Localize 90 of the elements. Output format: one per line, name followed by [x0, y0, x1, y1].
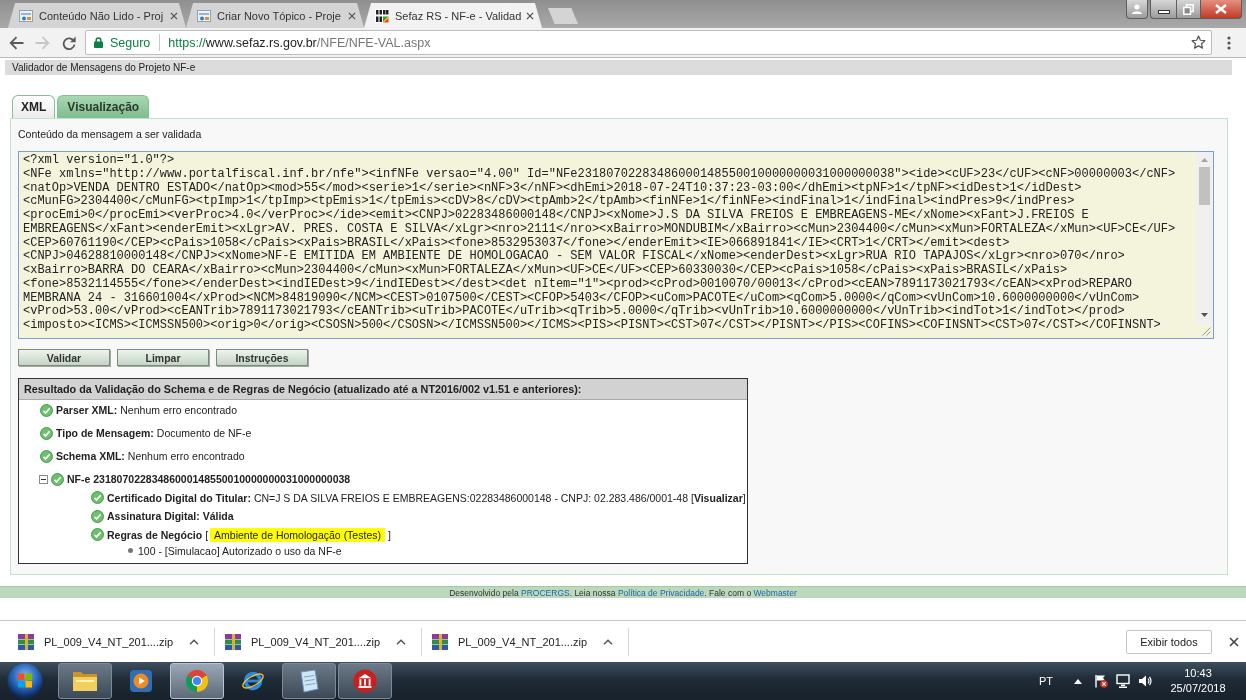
check-icon [40, 449, 53, 463]
bracket-text: [ [205, 528, 209, 541]
close-icon [1215, 4, 1227, 14]
scrollbar[interactable] [1196, 152, 1213, 324]
footer-text: Desenvolvido pela PROCERGS. Leia nossa Política de Privacidade. Fale com o Webmaster [449, 587, 797, 598]
books-icon [225, 633, 241, 650]
security-label: Seguro [110, 35, 151, 50]
orbit-icon [240, 669, 266, 693]
form-button[interactable]: Validar [18, 349, 110, 366]
caret-up-icon[interactable] [396, 638, 406, 645]
close-icon[interactable] [348, 11, 356, 20]
result-label: Certificado Digital do Titular: [107, 491, 251, 504]
star-icon[interactable] [1191, 35, 1206, 50]
caret-up-icon[interactable] [189, 638, 199, 645]
result-label: Assinatura Digital: Válida [107, 510, 234, 522]
check-icon [51, 472, 64, 486]
page-title: Validador de Mensagens do Projeto NF-e [5, 60, 1232, 75]
picture-icon [197, 8, 211, 23]
result-label: Regras de Negócio [107, 528, 203, 541]
books-icon [18, 633, 34, 650]
result-value: 100 - [Simulacao] Autorizado o uso da NF-e [138, 544, 342, 557]
close-icon[interactable] [526, 11, 534, 20]
result-label: NF-e 23180702283486000148550010000000031000000038 [67, 473, 351, 485]
reload-icon[interactable] [62, 35, 76, 50]
bracket-text: ] [387, 528, 391, 541]
download-item[interactable]: PL_009_V4_NT_201....zip [8, 627, 215, 656]
books-icon [432, 633, 448, 650]
flag-icon[interactable] [1094, 674, 1108, 688]
check-icon [91, 509, 104, 523]
browser-tab[interactable]: Conteúdo Não Lido - Proj [8, 3, 186, 28]
result-label: Schema XML: [56, 450, 125, 462]
environment-highlight: Ambiente de Homologação (Testes) [210, 527, 385, 542]
check-icon [91, 491, 104, 504]
start-orb-icon [7, 663, 43, 699]
view-tab[interactable]: XML [12, 95, 56, 118]
view-tab[interactable]: Visualização [57, 95, 150, 118]
taskbar-app-button[interactable] [282, 663, 336, 699]
taskbar-app-button[interactable] [58, 663, 112, 699]
result-label: Tipo de Mensagem: [56, 427, 154, 439]
minus-box-icon[interactable] [39, 474, 48, 484]
taskbar-app-button[interactable] [338, 663, 392, 699]
result-value: Documento de NF-e [156, 427, 252, 439]
form-button[interactable]: Instruções [216, 349, 308, 366]
url-text: https://www.sefaz.rs.gov.br/NFE/NFE-VAL.aspx [168, 35, 431, 50]
close-button[interactable] [1200, 0, 1242, 19]
footer-link[interactable]: Webmaster [753, 587, 797, 598]
browser-tab[interactable]: Sefaz RS - NF-e - Validad [364, 3, 542, 28]
close-icon[interactable] [170, 11, 178, 20]
close-icon[interactable] [1229, 636, 1239, 647]
xml-input-field[interactable]: <?xml version="1.0"?> <NFe xmlns="http://www.portalfiscal.inf.br/nfe"><infNFe versao="4.00" Id="NFe23180702283486000148550010000000031000000038"><ide><cUF>23</cUF><cNF>00000003</cNF> <natOp>VENDA DENTRO ESTADO</natOp><mod>55</mod><serie>1</serie><nNF>3</nNF><dhEmi>2018-07-24T10:37:23-03:00</dhEmi><tpNF>1</tpNF><idDest>1</idDest> <cMunFG>2304400</cMunFG><tpImp>1</tpImp><tpEmis>1</tpEmis><cDV>8</cDV><tpAmb>2</tpAmb><finNFe>1</finNFe><indFinal>1</indFinal><indPres>9</indPres> <procEmi>0</procEmi><verProc>4.0</verProc></ide><emit><CNPJ>02283486000148</CNPJ><xNome>J.S DA SILVA FREIOS E EMBREAGENS-ME</xNome><xFant>J.FREIOS E EMBREAGENS</xFant><enderEmit><xLgr>AV. PRES. COSTA E SILVA</xLgr><nro>2111</nro><xBairro>MONDUBIM</xBairro><cMun>2304400</cMun><xMun>FORTALEZA</xMun><UF>CE</UF> <CEP>60761190</CEP><cPais>1058</cPais><xPais>BRASIL</xPais><fone>8532953037</fone></enderEmit><IE>066891841</IE><CRT>1</CRT></emit><dest> <CNPJ>04628810000148</CNPJ><xNome>NF-E EMITIDA EM AMBIENTE DE HOMOLOGACAO - SEM VALOR FISCAL</xNome><enderDest><xLgr>RUA RIO TAPAJOS</xLgr><nro>070</nro> <xBairro>BARRA DO CEARA</xBairro><cMun>2304400</cMun><xMun>FORTALEZA</xMun><UF>CE</UF><CEP>60330030</CEP><cPais>1058</cPais><xPais>BRASIL</xPais> <fone>8532114555</fone></enderDest><indIEDest>9</indIEDest></dest><det nItem="1"><prod><cProd>0010070/00013</cProd><cEAN>7891173021793</cEAN><xProd>REPARO MEMBRANA 24 - 316601004</xProd><NCM>84819090</NCM><CEST>0107500</CEST><CFOP>5403</CFOP><uCom>PACOTE</uCom><qCom>5.0000</qCom><vUnCom>10.6000000000</vUnCom> <vProd>53.00</vProd><cEANTrib>7891173021793</cEANTrib><uTrib>PACOTE</uTrib><qTrib>5.0000</qTrib><vUnTrib>10.6000000000</vUnTrib><indTot>1</indTot></prod> <imposto><ICMS><ICMSSN500><orig>0</orig><CSOSN>500</CSOSN></ICMSSN500></ICMS><PIS><PISNT><CST>07</CST></PISNT></PIS><COFINS><COFINSNT><CST>07</CST></COFINSNT> [18, 151, 1214, 339]
address-bar[interactable]: Seguro https://www.sefaz.rs.gov.br/NFE/NFE-VAL.aspx [85, 30, 1212, 55]
bullet-icon [128, 548, 133, 553]
result-title: Resultado da Validação do Schema e de Regras de Negócio (atualizado até a NT2016/002 v1.51 e anteriores): [19, 379, 747, 400]
show-all-button[interactable]: Exibir todos [1126, 629, 1212, 654]
building-icon [352, 669, 378, 693]
download-item[interactable]: PL_009_V4_NT_201....zip [422, 627, 629, 656]
language-indicator[interactable]: PT [1038, 675, 1053, 687]
back-icon[interactable] [9, 35, 24, 50]
download-item[interactable]: PL_009_V4_NT_201....zip [215, 627, 422, 656]
result-value: CN=J S DA SILVA FREIOS E EMBREAGENS:02283486000148 - CNPJ: 02.283.486/0001-48 [Visualizar] [253, 491, 746, 504]
check-icon [91, 528, 104, 541]
minimize-button[interactable] [1150, 0, 1176, 19]
network-icon[interactable] [1116, 674, 1130, 688]
restore-button[interactable] [1176, 0, 1200, 19]
volume-icon[interactable] [1138, 674, 1152, 688]
picture-icon [19, 8, 33, 23]
check-icon [40, 403, 53, 417]
restore-icon [1183, 3, 1194, 15]
caret-up-icon[interactable] [1074, 678, 1082, 684]
check-icon [40, 426, 53, 440]
logo-icon [375, 8, 389, 23]
circle-logo-icon [184, 669, 210, 693]
result-value: Nenhum erro encontrado [120, 404, 238, 416]
profile-button[interactable] [1126, 0, 1148, 19]
clock-time[interactable]: 10:43 [1184, 666, 1212, 681]
caret-up-icon[interactable] [603, 638, 613, 645]
result-label: Parser XML: [56, 404, 118, 416]
folder-icon [72, 669, 98, 693]
lock-icon [94, 37, 103, 48]
browser-tab[interactable]: Criar Novo Tópico - Proje [186, 3, 364, 28]
minimize-icon [1157, 9, 1170, 14]
clock-date[interactable]: 25/07/2018 [1170, 681, 1226, 696]
person-icon [1132, 4, 1142, 14]
footer-link[interactable]: PROCERGS [521, 587, 570, 598]
play-icon [128, 669, 154, 693]
result-value: Nenhum erro encontrado [127, 450, 245, 462]
form-button[interactable]: Limpar [117, 349, 209, 366]
field-label: Conteúdo da mensagem a ser validada [18, 127, 203, 141]
menu-icon[interactable] [1227, 35, 1231, 50]
resize-grip-icon[interactable] [1201, 326, 1211, 336]
